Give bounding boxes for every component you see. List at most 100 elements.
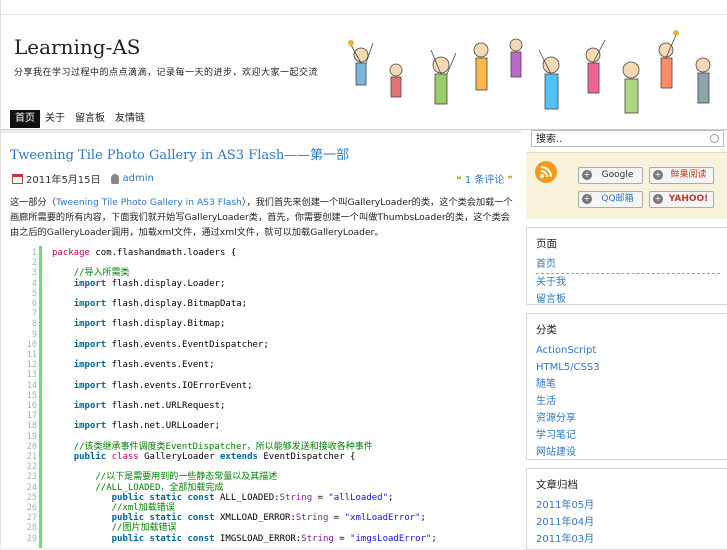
post-title[interactable]: Tweening Tile Photo Gallery in AS3 Flash… xyxy=(10,144,349,163)
code-line-source: //以下是需要用到的一些静态常量以及其描述 xyxy=(95,472,278,483)
code-line-source: import flash.events.EventDispatcher; xyxy=(73,339,269,350)
feed-qqmail-label: QQ邮箱 xyxy=(601,194,634,204)
code-line-number: 18 xyxy=(26,421,37,432)
code-line-number: 21 xyxy=(26,452,37,462)
code-line-source: public class GalleryLoader extends Event… xyxy=(73,452,356,462)
code-line-source: import flash.display.BitmapData; xyxy=(73,299,248,309)
site-title[interactable]: Learning-AS xyxy=(14,35,140,59)
excerpt-lead: 这一部分（ xyxy=(10,197,56,208)
search-input-value: 搜索.. xyxy=(536,134,563,145)
code-line-number: 23 xyxy=(26,472,37,483)
category-item[interactable]: 生活 xyxy=(536,393,720,410)
feed-qqmail-button[interactable]: + QQ邮箱 xyxy=(578,191,643,208)
code-line-number: 11 xyxy=(26,350,37,360)
code-line-source: import flash.net.URLLoader; xyxy=(73,421,220,432)
excerpt-link[interactable]: Tweening Tile Photo Gallery in AS3 Flash xyxy=(56,197,242,208)
pages-item[interactable]: 首页 xyxy=(536,256,720,274)
code-line-number: 14 xyxy=(26,380,37,391)
archive-item[interactable]: 2011年05月 xyxy=(536,497,720,514)
code-line-number: 25 xyxy=(26,492,37,503)
code-line-number: 9 xyxy=(31,329,37,340)
post-date: 2011年5月15日 xyxy=(26,175,101,186)
post-meta: 2011年5月15日 admin xyxy=(12,171,154,186)
category-item[interactable]: 学习笔记 xyxy=(536,427,720,444)
comment-count-label: 1 条评论 xyxy=(464,175,505,186)
code-line-number: 4 xyxy=(31,278,37,289)
quote-open-icon: ❝ xyxy=(456,175,462,186)
code-line-source: public static const ALL_LOADED:String = … xyxy=(111,492,394,503)
code-line-source: import flash.events.Event; xyxy=(73,360,215,371)
code-line-number: 27 xyxy=(26,513,37,524)
sidebar: 搜索.. + Google + 鲜果阅读 + QQ邮箱 + YAHOO! 页面 … xyxy=(526,130,727,550)
archive-item[interactable]: 2011年04月 xyxy=(536,514,720,531)
nav-item-about[interactable]: 关于 xyxy=(40,110,70,128)
rss-icon[interactable] xyxy=(535,161,557,183)
post-author[interactable]: admin xyxy=(123,173,154,184)
code-line-source: //ALL_LOADED，全部加载完成 xyxy=(95,482,224,493)
code-line-source: //图片加载错误 xyxy=(111,523,177,534)
feed-xianguo-button[interactable]: + 鲜果阅读 xyxy=(649,167,714,184)
pages-item[interactable]: 留言板 xyxy=(536,291,720,308)
code-line-number: 13 xyxy=(26,370,37,381)
plus-icon: + xyxy=(653,194,663,204)
code-line-source: //导入所需类 xyxy=(73,268,130,279)
code-line-source: //该类继承事件调度类EventDispatcher，所以能够发送和接收各种事件 xyxy=(73,441,373,452)
feed-yahoo-label: YAHOO! xyxy=(668,194,709,204)
code-line-number: 6 xyxy=(31,299,37,309)
archives-widget-title: 文章归档 xyxy=(536,479,578,491)
code-line-number: 8 xyxy=(31,319,37,330)
archives-widget: 文章归档 2011年05月 2011年04月 2011年03月 xyxy=(526,468,727,550)
code-line-source: import flash.events.IOErrorEvent; xyxy=(73,380,253,391)
feed-yahoo-button[interactable]: + YAHOO! xyxy=(649,191,714,208)
code-line-source: import flash.net.URLRequest; xyxy=(73,401,226,411)
site-description: 分享我在学习过程中的点点滴滴，记录每一天的进步，欢迎大家一起交流 xyxy=(14,68,319,78)
pages-list: 首页 关于我 留言板 xyxy=(536,256,720,308)
code-line-number: 28 xyxy=(26,523,37,534)
quote-close-icon: ❞ xyxy=(507,175,513,186)
code-line-number: 20 xyxy=(26,441,37,452)
code-line-number: 17 xyxy=(26,411,37,422)
feed-subscribe-panel: + Google + 鲜果阅读 + QQ邮箱 + YAHOO! xyxy=(526,152,727,219)
code-line-number: 1 xyxy=(31,248,37,258)
categories-widget: 分类 ActionScript HTML5/CSS3 随笔 生活 资源分享 学习… xyxy=(526,313,727,460)
archives-list: 2011年05月 2011年04月 2011年03月 xyxy=(536,497,720,548)
nav-item-guestbook[interactable]: 留言板 xyxy=(70,110,110,128)
category-item[interactable]: 资源分享 xyxy=(536,410,720,427)
code-line-number: 2 xyxy=(31,258,37,269)
pages-item[interactable]: 关于我 xyxy=(536,274,720,291)
page-frame: Learning-AS 分享我在学习过程中的点点滴滴，记录每一天的进步，欢迎大家… xyxy=(0,0,727,550)
search-input[interactable]: 搜索.. xyxy=(531,130,724,147)
code-line-number: 15 xyxy=(26,390,37,401)
categories-widget-title: 分类 xyxy=(536,324,557,336)
comment-count[interactable]: ❝ 1 条评论 ❞ xyxy=(456,171,513,186)
feed-xianguo-label: 鲜果阅读 xyxy=(670,170,707,180)
category-item[interactable]: 随笔 xyxy=(536,376,720,393)
plus-icon: + xyxy=(653,170,663,180)
categories-list: ActionScript HTML5/CSS3 随笔 生活 资源分享 学习笔记 … xyxy=(536,342,720,461)
nav-item-links[interactable]: 友情链 xyxy=(110,110,150,128)
code-line-number: 16 xyxy=(26,401,37,411)
category-item[interactable]: ActionScript xyxy=(536,342,720,359)
code-line-source: package com.flashandmath.loaders { xyxy=(52,248,237,258)
category-item[interactable]: HTML5/CSS3 xyxy=(536,359,720,376)
feed-google-button[interactable]: + Google xyxy=(578,167,643,184)
category-item[interactable]: 网站建设 xyxy=(536,444,720,461)
code-block: 1 package com.flashandmath.loaders { 2 3 //… xyxy=(23,246,520,548)
post-excerpt: 这一部分（Tweening Tile Photo Gallery in AS3 … xyxy=(10,195,518,240)
site-header: Learning-AS 分享我在学习过程中的点点滴滴，记录每一天的进步，欢迎大家… xyxy=(1,14,727,130)
code-line-number: 24 xyxy=(26,482,37,493)
code-line-source: import flash.display.Loader; xyxy=(73,278,226,289)
nav-item-home[interactable]: 首页 xyxy=(10,110,40,128)
code-line-number: 26 xyxy=(26,503,37,513)
header-illustration xyxy=(348,30,711,114)
archive-item[interactable]: 2011年03月 xyxy=(536,531,720,548)
user-icon xyxy=(110,173,119,184)
main-nav: 首页 关于 留言板 友情链 xyxy=(10,110,150,128)
pages-widget: 页面 首页 关于我 留言板 xyxy=(526,227,727,305)
code-line-number: 22 xyxy=(26,462,37,473)
search-icon[interactable] xyxy=(710,134,719,143)
plus-icon: + xyxy=(582,170,592,180)
plus-icon: + xyxy=(582,194,592,204)
code-line-number: 5 xyxy=(31,288,37,299)
code-line-number: 10 xyxy=(26,339,37,350)
